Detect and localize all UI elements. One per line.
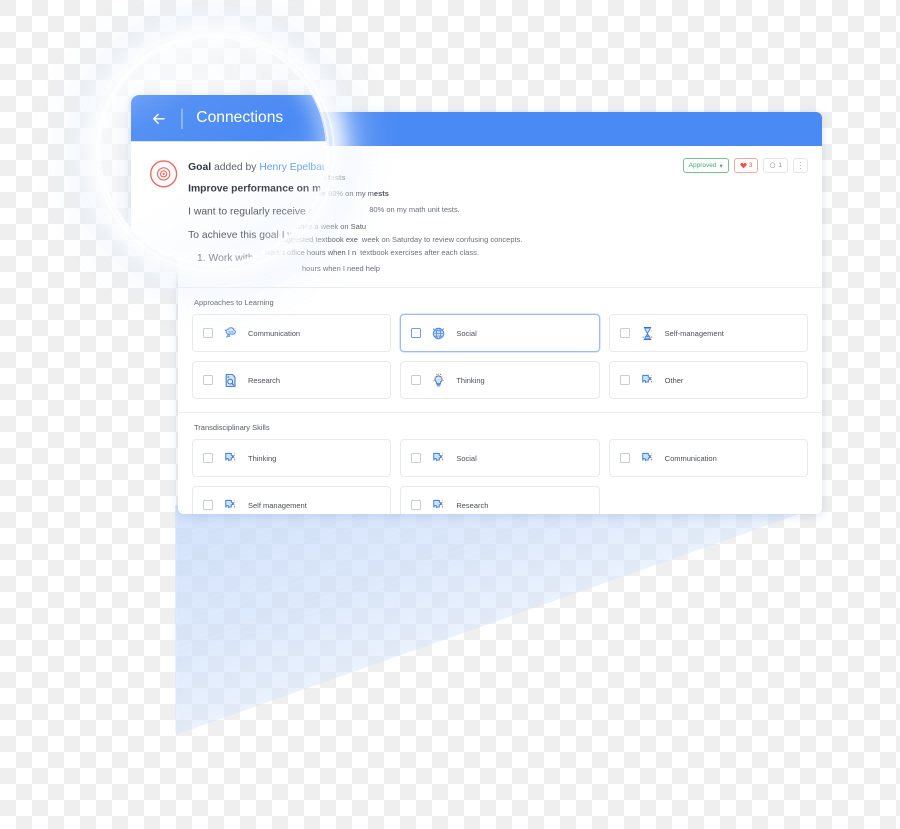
goal-step-text: Work with my tutor once a week on Satu — [232, 221, 367, 231]
comment-count: 1 — [778, 162, 782, 169]
section-transdisciplinary-skills: Transdisciplinary Skills Thinking Social — [178, 413, 822, 514]
goal-meta-mid: added by — [234, 158, 270, 167]
globe-icon — [429, 324, 448, 343]
approved-label: Approved — [688, 162, 717, 169]
goal-step-under-text: textbook exercises after each class. — [360, 247, 479, 257]
lightbulb-icon — [429, 371, 448, 390]
tile-label: Research — [248, 375, 281, 385]
tile-label: Communication — [664, 453, 717, 463]
more-options-button[interactable] — [793, 158, 808, 173]
tile-checkbox[interactable] — [619, 328, 630, 338]
goal-title: Improve performance on math tests — [218, 173, 346, 183]
tile-tds-communication[interactable]: Communication — [608, 439, 808, 477]
goal-steps-list: Work with my tutor once a week on Satu C… — [218, 220, 808, 259]
tile-checkbox[interactable] — [203, 500, 213, 510]
document-search-icon — [221, 371, 240, 390]
kebab-menu-icon — [799, 161, 802, 170]
puzzle-piece-icon — [221, 496, 240, 515]
tile-label: Social — [456, 328, 477, 338]
tile-tds-research[interactable]: Research — [400, 486, 600, 515]
comment-button[interactable]: 1 — [763, 158, 788, 173]
goal-intro-tail: ests — [373, 189, 389, 199]
goal-step: Complete the suggested textbook exeweek … — [232, 233, 808, 246]
tile-label: Research — [456, 500, 489, 510]
tile-tds-thinking[interactable]: Thinking — [192, 439, 392, 477]
goal-target-icon — [192, 158, 210, 176]
section-title: Transdisciplinary Skills — [194, 423, 270, 432]
goal-achieve-left: To achieve this goal I will do: — [218, 205, 314, 215]
hourglass-icon — [638, 324, 657, 343]
tile-other[interactable]: Other — [608, 361, 808, 399]
heart-icon — [740, 162, 747, 169]
tile-checkbox[interactable] — [411, 375, 422, 385]
goal-target-icon — [150, 160, 178, 188]
tile-checkbox[interactable] — [411, 500, 422, 510]
tile-label: Other — [664, 375, 684, 385]
tile-checkbox[interactable] — [411, 328, 422, 338]
tile-checkbox[interactable] — [203, 328, 213, 338]
tile-social[interactable]: Social — [400, 314, 600, 352]
goal-post: Approved ▾ 3 1 Goal added by Henry Epelb… — [178, 146, 822, 287]
tile-label: Self management — [248, 500, 307, 510]
goal-meta-prefix: Goal — [218, 158, 235, 167]
tile-research[interactable]: Research — [192, 361, 392, 399]
goal-step-under-text: week on Saturday to review confusing con… — [361, 234, 523, 244]
tile-thinking[interactable]: Thinking — [400, 361, 600, 399]
section-approaches-to-learning: Approaches to Learning Communication Soc… — [178, 288, 822, 403]
tile-checkbox[interactable] — [619, 375, 630, 385]
speech-cloud-icon — [221, 324, 240, 343]
like-count: 3 — [748, 162, 753, 169]
tile-label: Self-management — [664, 328, 724, 338]
goal-author-link[interactable]: Henry Epelbaum — [270, 158, 326, 167]
puzzle-piece-icon — [429, 449, 448, 468]
tile-communication[interactable]: Communication — [192, 314, 392, 352]
comment-bubble-icon — [770, 162, 776, 169]
goal-trailing-line: hours when I need help — [302, 263, 380, 273]
section-title: Approaches to Learning — [194, 298, 274, 307]
approved-dropdown-button[interactable]: Approved ▾ — [682, 158, 729, 173]
app-header-bar — [178, 112, 822, 146]
goal-intro-line: I want to regularly receive above 80% on… — [218, 187, 808, 200]
puzzle-piece-icon — [638, 449, 657, 468]
tile-label: Communication — [248, 328, 301, 338]
tile-self-management[interactable]: Self-management — [608, 314, 808, 352]
goal-step-text: Visit Mrs. Risa's office hours when I n — [232, 247, 357, 257]
goal-actions: Approved ▾ 3 1 — [682, 158, 808, 173]
tile-checkbox[interactable] — [411, 453, 422, 463]
goal-achieve-line: To achieve this goal I will do: 80% on m… — [218, 203, 808, 216]
tile-label: Thinking — [248, 453, 277, 463]
tile-checkbox[interactable] — [203, 453, 213, 463]
card-drop-glow — [175, 505, 825, 735]
chevron-down-icon: ▾ — [719, 162, 723, 170]
arrow-left-icon[interactable] — [150, 109, 168, 127]
tile-checkbox[interactable] — [619, 453, 630, 463]
goal-step: Visit Mrs. Risa's office hours when I nt… — [232, 246, 808, 259]
tile-tds-self-management[interactable]: Self management — [192, 486, 392, 515]
atl-tile-grid: Communication Social Self-management Res… — [192, 314, 808, 399]
tds-tile-grid: Thinking Social Communication Self manag… — [192, 439, 808, 514]
tile-label: Social — [456, 453, 477, 463]
puzzle-piece-icon — [221, 449, 240, 468]
goal-achieve-right: 80% on my math unit tests. — [369, 205, 460, 215]
goal-step-text: Complete the suggested textbook exe — [232, 234, 358, 244]
like-button[interactable]: 3 — [733, 158, 759, 173]
puzzle-piece-icon — [638, 371, 657, 390]
tile-tds-social[interactable]: Social — [400, 439, 600, 477]
goal-step: Work with my tutor once a week on Satu — [232, 220, 808, 233]
tile-checkbox[interactable] — [203, 375, 213, 385]
puzzle-piece-icon — [429, 496, 448, 515]
connections-card: Approved ▾ 3 1 Goal added by Henry Epelb… — [178, 112, 822, 514]
tile-label: Thinking — [456, 375, 485, 385]
goal-intro-visible: I want to regularly receive above 80% on… — [218, 189, 374, 199]
